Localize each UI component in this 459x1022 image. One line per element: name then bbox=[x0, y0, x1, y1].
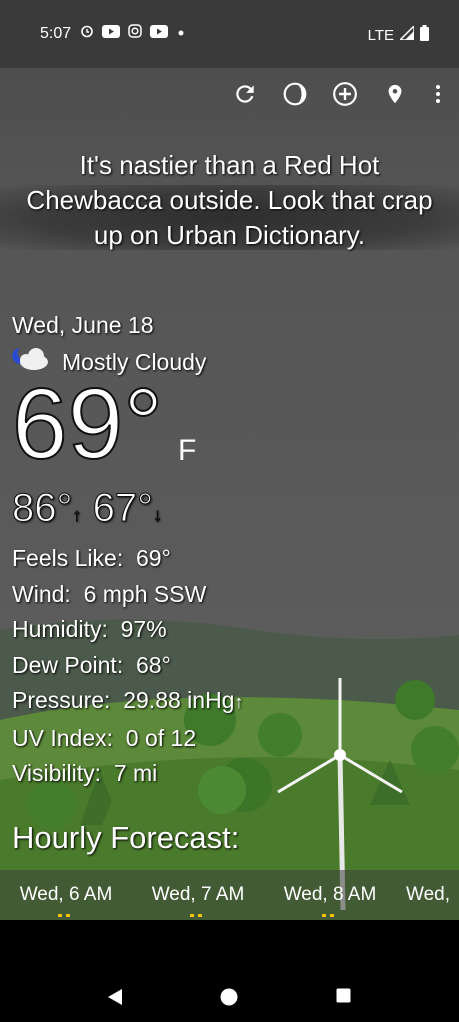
pressure-row: Pressure: 29.88 inHg↑ bbox=[12, 687, 244, 713]
more-options-button[interactable] bbox=[431, 80, 445, 112]
status-bar: 5:07 LTE bbox=[0, 0, 459, 68]
more-vert-icon bbox=[435, 84, 441, 109]
hourly-forecast-strip[interactable]: Wed, 6 AM Wed, 7 AM Wed, 8 AM Wed, bbox=[0, 870, 459, 920]
recent-apps-button[interactable] bbox=[336, 988, 351, 1008]
feels-like-row: Feels Like: 69° bbox=[12, 545, 171, 571]
alarm-icon bbox=[80, 24, 94, 43]
arrow-down-icon: ↓ bbox=[153, 505, 163, 526]
temperature-block: 69° F bbox=[11, 373, 243, 492]
hourly-item[interactable]: Wed, 8 AM bbox=[264, 870, 396, 920]
status-right: LTE bbox=[367, 24, 429, 45]
temperature-unit: F bbox=[178, 434, 197, 467]
hourly-item[interactable]: Wed, bbox=[396, 870, 459, 920]
app-screen: 5:07 LTE It's nastier than a Red Hot Che… bbox=[0, 0, 459, 920]
current-temperature: 69° bbox=[11, 368, 164, 480]
hourly-forecast-title: Hourly Forecast: bbox=[12, 820, 240, 855]
low-temperature: 67° bbox=[92, 486, 154, 531]
app-toolbar bbox=[231, 80, 445, 112]
theme-button[interactable] bbox=[281, 80, 309, 112]
add-location-button[interactable] bbox=[331, 80, 359, 112]
date-label: Wed, June 18 bbox=[12, 312, 154, 338]
current-conditions: Wed, June 18 Mostly Cloudy 69° F 86°↑ 67… bbox=[11, 308, 244, 792]
uv-index-row: UV Index: 0 of 12 bbox=[12, 724, 197, 751]
status-time: 5:07 bbox=[40, 25, 72, 42]
pressure-rising-icon: ↑ bbox=[234, 692, 244, 712]
home-button[interactable] bbox=[220, 988, 238, 1011]
hourly-item[interactable]: Wed, 6 AM bbox=[0, 870, 132, 920]
refresh-icon bbox=[232, 81, 258, 112]
theme-icon bbox=[282, 81, 308, 112]
high-low-row: 86°↑ 67°↓ bbox=[12, 486, 243, 537]
humidity-row: Humidity: 97% bbox=[12, 616, 167, 642]
weather-headline: It's nastier than a Red Hot Chewbacca ou… bbox=[26, 150, 433, 250]
youtube-icon bbox=[102, 24, 120, 43]
add-location-icon bbox=[332, 81, 358, 112]
wind-row: Wind: 6 mph SSW bbox=[12, 580, 207, 607]
notification-icons bbox=[80, 24, 186, 43]
arrow-up-icon: ↑ bbox=[72, 505, 82, 526]
dew-point-row: Dew Point: 68° bbox=[12, 651, 171, 678]
instagram-icon bbox=[128, 24, 142, 43]
signal-icon bbox=[398, 24, 415, 44]
high-temperature: 86° bbox=[12, 486, 73, 531]
location-button[interactable] bbox=[381, 80, 409, 112]
dot-icon bbox=[176, 25, 186, 43]
hourly-item[interactable]: Wed, 7 AM bbox=[132, 870, 264, 920]
youtube-icon bbox=[150, 24, 168, 43]
network-label: LTE bbox=[367, 26, 394, 44]
location-pin-icon bbox=[384, 81, 406, 112]
refresh-button[interactable] bbox=[231, 80, 259, 112]
visibility-row: Visibility: 7 mi bbox=[12, 760, 158, 786]
battery-icon bbox=[420, 25, 429, 45]
back-button[interactable] bbox=[106, 988, 124, 1011]
